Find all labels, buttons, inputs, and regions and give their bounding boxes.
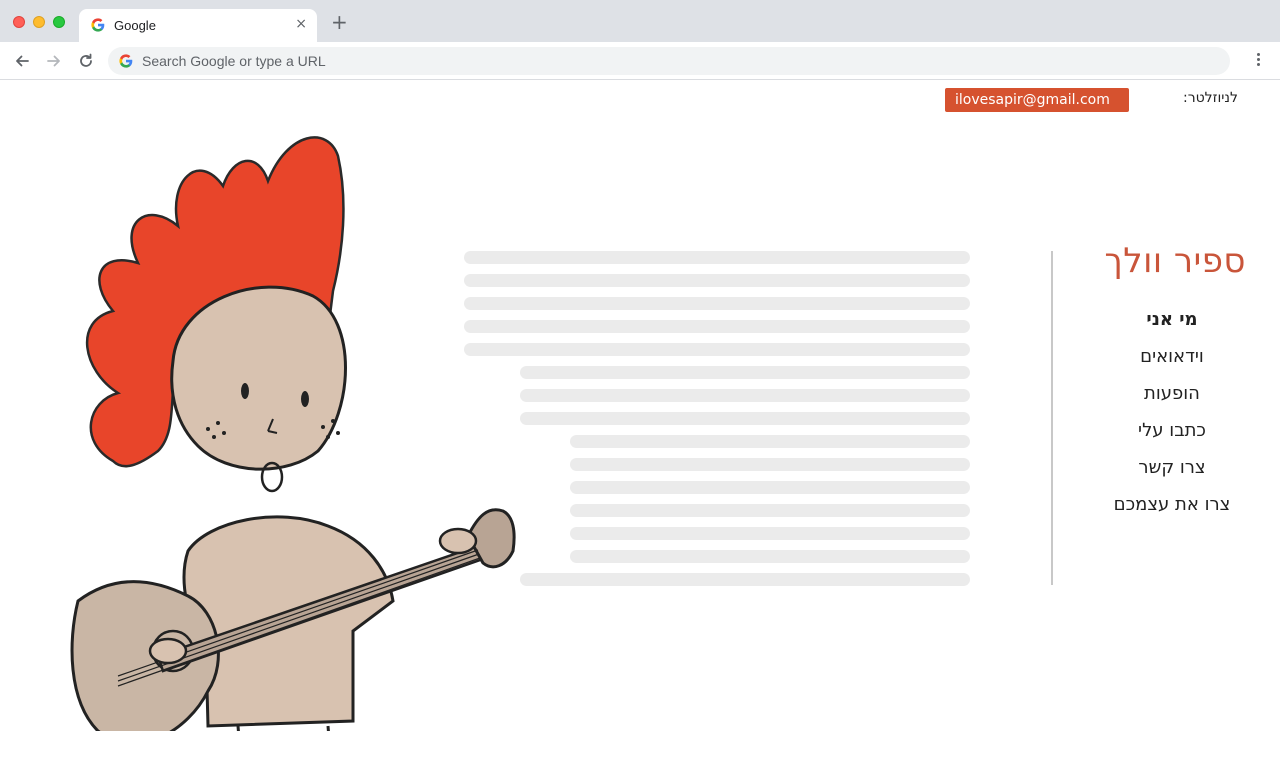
newsletter-email-field[interactable] bbox=[945, 88, 1129, 112]
tab-close-icon[interactable]: × bbox=[295, 16, 307, 32]
guitarist-illustration bbox=[70, 136, 516, 731]
text-placeholder-line bbox=[464, 343, 970, 356]
text-placeholder-line bbox=[464, 320, 970, 333]
close-window-button[interactable] bbox=[13, 16, 25, 28]
left-eye bbox=[241, 383, 249, 399]
maximize-window-button[interactable] bbox=[53, 16, 65, 28]
text-placeholder-line bbox=[464, 297, 970, 310]
text-placeholder-line bbox=[570, 504, 970, 517]
nav-item-shows[interactable]: הופעות bbox=[1060, 379, 1280, 416]
site-title: ספיר וולך bbox=[1104, 241, 1246, 281]
arrow-left-icon bbox=[16, 55, 29, 67]
browser-tab[interactable]: Google × bbox=[79, 9, 317, 42]
fretting-hand bbox=[438, 527, 478, 555]
text-placeholder-line bbox=[520, 389, 970, 402]
nav-item-videos[interactable]: וידאואים bbox=[1060, 342, 1280, 379]
new-tab-button[interactable]: + bbox=[331, 12, 348, 32]
nav-item-about[interactable]: מי אני bbox=[1060, 305, 1280, 342]
page-content: לניוזלטר: ספיר וולך מי אני וידאואים הופע… bbox=[0, 81, 1280, 778]
arrow-right-icon bbox=[47, 55, 60, 67]
nav-item-create-yourself[interactable]: צרו את עצמכם bbox=[1060, 490, 1280, 527]
main-nav: מי אני וידאואים הופעות כתבו עלי צרו קשר … bbox=[1060, 305, 1280, 527]
forward-button[interactable] bbox=[44, 51, 64, 71]
text-placeholder-line bbox=[570, 481, 970, 494]
tab-title: Google bbox=[114, 18, 156, 33]
kebab-menu-icon[interactable] bbox=[1250, 51, 1266, 71]
reload-button[interactable] bbox=[76, 51, 96, 71]
google-favicon-icon bbox=[91, 18, 105, 32]
nav-item-contact[interactable]: צרו קשר bbox=[1060, 453, 1280, 490]
text-placeholder-line bbox=[570, 550, 970, 563]
minimize-window-button[interactable] bbox=[33, 16, 45, 28]
text-placeholder-line bbox=[570, 435, 970, 448]
tab-bar: Google × + bbox=[0, 0, 1280, 42]
newsletter-label: לניוזלטר: bbox=[1182, 90, 1238, 106]
address-bar[interactable] bbox=[108, 47, 1230, 75]
strumming-hand bbox=[148, 637, 188, 665]
text-placeholder-line bbox=[464, 251, 970, 264]
address-input[interactable] bbox=[142, 47, 1212, 75]
right-eye bbox=[301, 391, 309, 407]
text-placeholder-line bbox=[464, 274, 970, 287]
text-placeholder-line bbox=[570, 527, 970, 540]
back-button[interactable] bbox=[12, 51, 32, 71]
text-placeholder-line bbox=[520, 366, 970, 379]
head-shape bbox=[170, 285, 347, 471]
text-placeholder-line bbox=[520, 412, 970, 425]
browser-toolbar bbox=[0, 42, 1280, 80]
legs bbox=[236, 725, 330, 731]
reload-icon bbox=[80, 53, 92, 67]
nav-divider bbox=[1051, 251, 1053, 585]
nav-item-press[interactable]: כתבו עלי bbox=[1060, 416, 1280, 453]
text-placeholder-line bbox=[570, 458, 970, 471]
google-g-icon bbox=[119, 54, 133, 68]
text-placeholder-line bbox=[520, 573, 970, 586]
